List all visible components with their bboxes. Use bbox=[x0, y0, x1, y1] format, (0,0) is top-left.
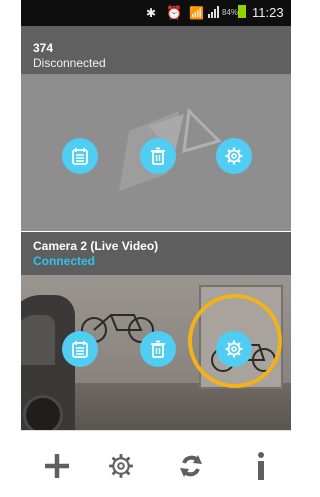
bluetooth-icon: ✱ bbox=[146, 6, 157, 20]
camera-1-header[interactable]: 374 Disconnected bbox=[21, 26, 291, 74]
add-icon bbox=[45, 454, 69, 478]
settings-icon bbox=[225, 147, 243, 165]
info-button[interactable] bbox=[243, 448, 279, 484]
calendar-button[interactable] bbox=[62, 331, 98, 367]
battery-icon bbox=[238, 5, 246, 18]
signal-icon bbox=[208, 6, 219, 18]
battery-percent: 84% bbox=[222, 8, 239, 17]
refresh-icon bbox=[180, 455, 202, 477]
video-car-wheel bbox=[23, 395, 63, 430]
wifi-icon: 📶 bbox=[189, 6, 204, 20]
delete-button[interactable] bbox=[140, 331, 176, 367]
trash-icon bbox=[151, 147, 165, 165]
camera-status: Disconnected bbox=[33, 56, 106, 70]
toolbar-divider bbox=[21, 430, 291, 431]
phone-screen: ✱ ⏰ 📶 84% 11:23 374 Disconnected Camera … bbox=[21, 0, 291, 497]
delete-button[interactable] bbox=[140, 138, 176, 174]
app-settings-button[interactable] bbox=[103, 448, 139, 484]
info-icon bbox=[258, 452, 264, 480]
camera-name: Camera 2 (Live Video) bbox=[33, 239, 159, 253]
settings-icon bbox=[109, 454, 133, 478]
calendar-icon bbox=[72, 341, 88, 358]
add-camera-button[interactable] bbox=[39, 448, 75, 484]
highlight-circle bbox=[188, 294, 282, 388]
camera-settings-button[interactable] bbox=[216, 138, 252, 174]
alarm-icon: ⏰ bbox=[166, 5, 183, 20]
status-bar: ✱ ⏰ 📶 84% 11:23 bbox=[21, 0, 291, 26]
camera-2-header[interactable]: Camera 2 (Live Video) Connected bbox=[21, 232, 291, 275]
calendar-icon bbox=[72, 148, 88, 165]
bottom-toolbar bbox=[21, 430, 291, 497]
camera-name: 374 bbox=[33, 41, 54, 55]
calendar-button[interactable] bbox=[62, 138, 98, 174]
camera-status: Connected bbox=[33, 254, 96, 268]
video-car-window bbox=[21, 315, 55, 365]
trash-icon bbox=[151, 340, 165, 358]
refresh-button[interactable] bbox=[173, 448, 209, 484]
clock: 11:23 bbox=[252, 5, 284, 20]
